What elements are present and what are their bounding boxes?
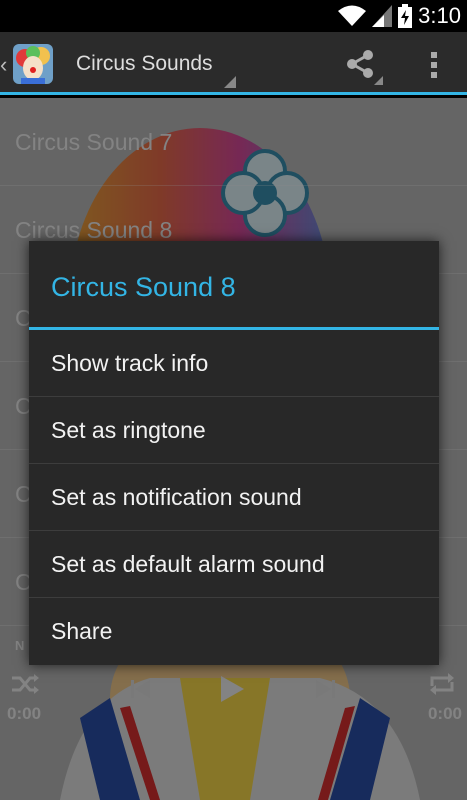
status-bar: 3:10 xyxy=(0,0,467,32)
spinner-indicator-icon xyxy=(224,76,236,88)
dialog-title: Circus Sound 8 xyxy=(29,241,439,330)
up-caret-icon[interactable]: ‹ xyxy=(0,52,7,78)
action-bar: ‹ Circus Sounds xyxy=(0,32,467,95)
share-dropdown-indicator-icon xyxy=(374,76,383,85)
wifi-icon xyxy=(338,5,367,26)
overflow-menu-button[interactable] xyxy=(418,42,450,86)
app-title[interactable]: Circus Sounds xyxy=(76,52,213,76)
status-icons: 3:10 xyxy=(338,2,461,30)
menu-item-set-as-ringtone[interactable]: Set as ringtone xyxy=(29,397,439,464)
app-icon[interactable] xyxy=(13,44,53,84)
context-menu-dialog: Circus Sound 8 Show track info Set as ri… xyxy=(29,241,439,665)
menu-item-set-as-notification-sound[interactable]: Set as notification sound xyxy=(29,464,439,531)
menu-item-share[interactable]: Share xyxy=(29,598,439,665)
status-clock: 3:10 xyxy=(418,3,461,28)
battery-icon xyxy=(398,4,413,28)
menu-item-show-track-info[interactable]: Show track info xyxy=(29,330,439,397)
overflow-menu-icon xyxy=(431,52,437,78)
signal-icon xyxy=(372,5,393,27)
menu-item-set-as-default-alarm-sound[interactable]: Set as default alarm sound xyxy=(29,531,439,598)
